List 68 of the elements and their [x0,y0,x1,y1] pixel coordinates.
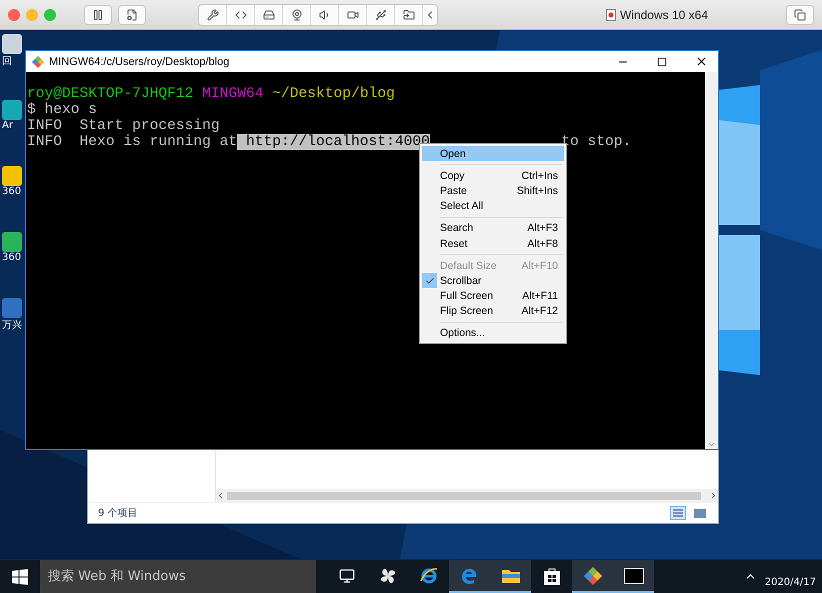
search-field[interactable]: 搜索 Web 和 Windows [40,560,316,593]
terminal-line: INFO Start processing [27,118,220,134]
app-icon [2,34,22,54]
icon-label: 360 [2,252,22,263]
browser-e-icon [420,566,438,584]
item-count: 9 个项目 [98,507,139,520]
menu-item[interactable]: Flip Screen Alt+F12 [422,304,564,319]
menu-item[interactable]: Paste Shift+Ins [422,183,564,199]
menu-item[interactable]: Reset Alt+F8 [422,236,564,252]
window-title: Windows 10 x64 [620,8,708,22]
close-icon [694,55,708,68]
tiles-icon [694,508,706,518]
copy-icon [794,8,806,20]
icon-label: 万兴 [2,318,22,332]
scroll-right-icon[interactable] [709,491,718,500]
app-icon [2,298,22,318]
app-icon [2,232,22,252]
webcam-icon [290,8,302,20]
terminal-line: $ hexo s [27,102,98,118]
taskbar-app-button[interactable] [449,560,490,593]
tiles-view-button[interactable] [692,506,708,520]
code-icon [234,8,246,20]
folder-icon [502,568,520,584]
browser-e-icon [460,566,478,584]
app-logo-icon [32,56,44,68]
terminal-icon [624,568,644,584]
menu-item[interactable]: Full Screen Alt+F11 [422,288,564,304]
terminal-line: INFO Hexo is running at [27,134,238,150]
icon-label: 回 [2,55,12,68]
taskbar-app-button[interactable] [572,560,613,593]
pause-icon [92,8,104,20]
usb-icon [374,8,386,20]
pause-button[interactable] [84,4,112,24]
app-icon [2,166,22,186]
vm-icon [606,8,616,20]
taskbar-app-button[interactable] [613,560,654,593]
menu-item[interactable]: Scrollbar [422,273,564,288]
file-gear-icon [126,8,138,20]
camera-icon [346,8,358,20]
date-text: 2020/4/17 [764,577,816,588]
scroll-left-icon[interactable] [216,491,225,500]
app-icon [2,100,22,120]
details-view-button[interactable] [670,506,686,520]
folder-icon [402,8,414,20]
scroll-down-icon[interactable] [707,440,716,449]
snapshot-button[interactable] [118,4,146,24]
taskbar-app-button[interactable] [490,560,531,593]
icon-label: Ar [2,120,13,131]
diamond-logo-icon [584,566,602,584]
list-icon [673,508,683,518]
drive-icon [262,8,274,20]
menu-item[interactable]: Open [422,146,564,162]
prompt-line: roy@DESKTOP-7JHQF12 MINGW64 ~/Desktop/blog [27,86,396,102]
scrollbar-thumb[interactable] [227,492,701,500]
fullscreen-button[interactable] [786,4,814,24]
maximize-icon [657,56,667,66]
menu-item[interactable]: Search Alt+F3 [422,220,564,236]
fan-icon [378,566,396,584]
icon-label: 360 [2,186,22,197]
menu-item[interactable]: Select All [422,198,564,214]
windows-logo-icon [12,568,28,584]
task-view-icon [338,568,354,584]
store-bag-icon [544,566,560,584]
wrench-icon [206,8,218,20]
menu-item[interactable]: Copy Ctrl+Ins [422,168,564,184]
window-title: MINGW64:/c/Users/roy/Desktop/blog [49,56,230,68]
speaker-icon [318,8,330,20]
menu-item[interactable]: Options... [422,326,564,342]
